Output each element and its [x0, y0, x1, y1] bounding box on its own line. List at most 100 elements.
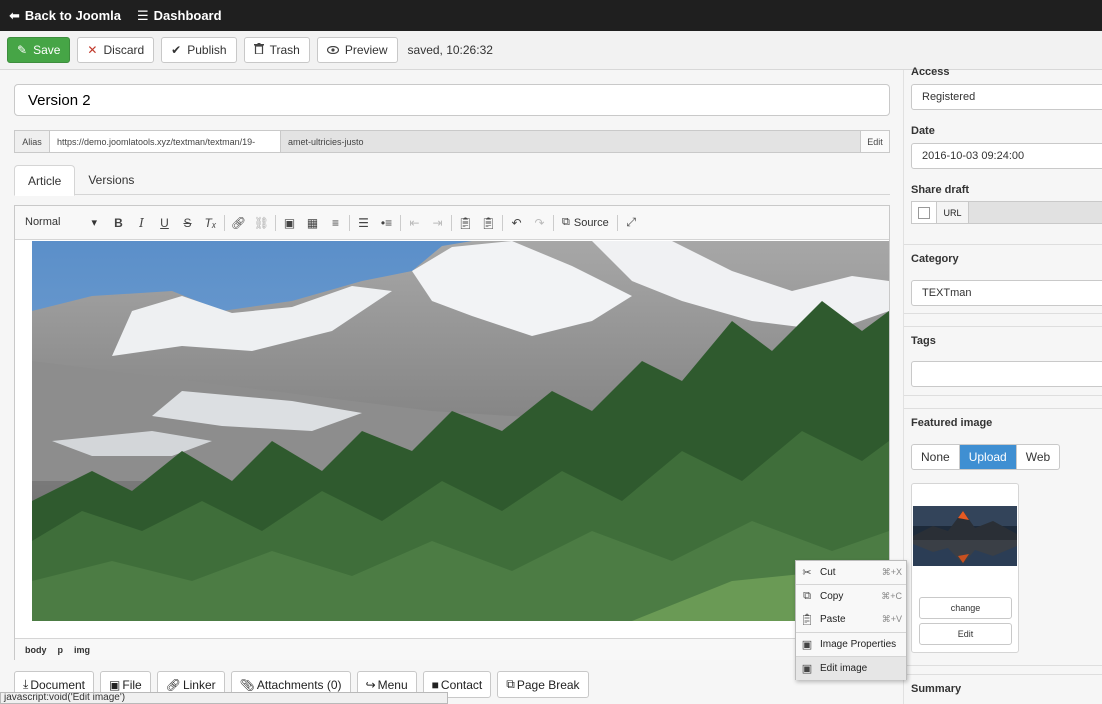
check-icon: ✔: [171, 43, 182, 57]
path-body[interactable]: body: [25, 645, 47, 655]
back-to-joomla-link[interactable]: ⬅ Back to Joomla: [9, 8, 121, 24]
toolbar-separator: [275, 214, 276, 231]
editor-image-mountain[interactable]: [32, 241, 889, 621]
change-image-button[interactable]: change: [919, 597, 1012, 619]
dashboard-link[interactable]: ☰ Dashboard: [137, 8, 222, 24]
tags-input[interactable]: [911, 361, 1102, 387]
remove-format-icon[interactable]: Tₓ: [199, 216, 222, 230]
edit-image-label: Edit image: [820, 663, 868, 674]
path-p[interactable]: p: [58, 645, 64, 655]
publish-button[interactable]: ✔ Publish: [161, 37, 237, 63]
paste-icon[interactable]: 📋︎: [454, 216, 477, 230]
paste-shortcut: ⌘+V: [881, 614, 902, 624]
strikethrough-icon[interactable]: S: [176, 216, 199, 230]
preview-button[interactable]: Preview: [316, 37, 398, 63]
alias-label: Alias: [15, 131, 50, 152]
numbered-list-icon[interactable]: ☰: [352, 216, 375, 230]
indent-icon[interactable]: ⇥: [426, 216, 449, 230]
alias-field: Alias https://demo.joomlatools.xyz/textm…: [14, 130, 890, 153]
save-button[interactable]: ✎ Save: [7, 37, 71, 63]
article-tabs: Article Versions: [14, 165, 890, 196]
copy-icon: ⧉: [506, 677, 515, 691]
title-input[interactable]: [14, 84, 890, 116]
access-select[interactable]: Registered: [911, 84, 1102, 110]
copy-label: Copy: [820, 591, 844, 602]
dashboard-label: Dashboard: [153, 8, 222, 23]
toolbar-separator: [400, 214, 401, 231]
discard-button[interactable]: ✕ Discard: [77, 37, 155, 63]
context-menu-copy[interactable]: ⧉ Copy ⌘+C: [796, 585, 906, 608]
toolbar-separator: [224, 214, 225, 231]
tab-article[interactable]: Article: [14, 165, 76, 196]
featured-none-option[interactable]: None: [912, 445, 960, 469]
link-icon[interactable]: 🔗︎: [227, 216, 250, 230]
image-icon[interactable]: ▣: [278, 216, 301, 230]
alias-edit-button[interactable]: Edit: [860, 131, 889, 152]
format-select[interactable]: Normal ▾: [25, 216, 97, 229]
toolbar-separator: [553, 214, 554, 231]
clipboard-icon: 📋︎: [800, 614, 814, 626]
image-icon: ▣: [801, 639, 813, 651]
sidebar: Access Registered Date 2016-10-03 09:24:…: [903, 66, 1102, 704]
italic-icon[interactable]: I: [130, 216, 153, 230]
category-select[interactable]: TEXTman: [911, 280, 1102, 306]
date-input[interactable]: 2016-10-03 09:24:00: [911, 143, 1102, 169]
download-icon: ⤓: [23, 677, 29, 691]
context-menu-cut[interactable]: ✂︎ Cut ⌘+X: [796, 561, 906, 584]
bulleted-list-icon[interactable]: •≡: [375, 216, 398, 230]
featured-image-label: Featured image: [911, 417, 993, 429]
undo-icon[interactable]: ↶: [505, 216, 528, 230]
scissors-icon: ✂︎: [802, 567, 812, 579]
share-url-input[interactable]: [969, 202, 1102, 223]
share-url-label: URL: [937, 202, 969, 223]
paste-text-icon[interactable]: 📋︎: [477, 216, 500, 230]
saved-status: saved, 10:26:32: [407, 43, 493, 57]
path-img[interactable]: img: [74, 645, 90, 655]
arrow-left-icon: ⬅: [9, 7, 20, 23]
paperclip-icon: 📎︎: [239, 677, 255, 692]
underline-icon[interactable]: U: [153, 216, 176, 230]
alias-slug-input[interactable]: amet-ultricies-justo: [281, 131, 860, 152]
share-icon: ↪: [365, 677, 376, 692]
paste-label: Paste: [820, 614, 846, 625]
pencil-icon: ✎: [17, 43, 28, 57]
top-bar: ⬅ Back to Joomla ☰ Dashboard: [0, 0, 1102, 31]
featured-upload-option[interactable]: Upload: [959, 445, 1017, 469]
context-menu-edit-image[interactable]: ▣ Edit image: [796, 657, 906, 680]
share-draft-label: Share draft: [911, 184, 970, 196]
context-menu-image-properties[interactable]: ▣ Image Properties: [796, 633, 906, 656]
attachments-button-label: Attachments (0): [256, 677, 342, 692]
horizontal-line-icon[interactable]: ≡: [324, 216, 347, 230]
tags-label: Tags: [911, 335, 936, 347]
outdent-icon[interactable]: ⇤: [403, 216, 426, 230]
close-icon: ✕: [87, 43, 98, 57]
image-properties-label: Image Properties: [820, 639, 897, 650]
preview-button-label: Preview: [344, 43, 388, 57]
summary-label: Summary: [911, 683, 962, 695]
table-icon[interactable]: ▦: [301, 216, 324, 230]
page-break-button[interactable]: ⧉ Page Break: [497, 671, 589, 698]
source-button[interactable]: ⧉ Source: [556, 216, 615, 229]
publish-button-label: Publish: [187, 43, 227, 57]
edit-image-button[interactable]: Edit: [919, 623, 1012, 645]
share-draft-checkbox[interactable]: [912, 202, 937, 223]
unlink-icon[interactable]: ⛓︎: [250, 216, 273, 230]
trash-icon: [253, 43, 264, 57]
share-draft-field: URL: [911, 201, 1102, 224]
featured-web-option[interactable]: Web: [1017, 445, 1059, 469]
bold-icon[interactable]: B: [107, 216, 130, 230]
maximize-icon[interactable]: ⤢: [620, 215, 643, 230]
checkbox-box: [918, 206, 930, 219]
page-break-button-label: Page Break: [516, 677, 580, 692]
list-icon: ☰: [137, 7, 149, 23]
context-menu-paste[interactable]: 📋︎ Paste ⌘+V: [796, 608, 906, 631]
element-path: body p img: [15, 638, 889, 660]
featured-image-card: change Edit: [911, 483, 1019, 653]
toolbar-separator: [451, 214, 452, 231]
trash-button[interactable]: Trash: [243, 37, 310, 63]
caret-down-icon: ▾: [91, 217, 97, 229]
tab-versions[interactable]: Versions: [75, 165, 147, 195]
featured-image-thumbnail: [913, 506, 1017, 566]
discard-button-label: Discard: [103, 43, 145, 57]
redo-icon[interactable]: ↷: [528, 216, 551, 230]
